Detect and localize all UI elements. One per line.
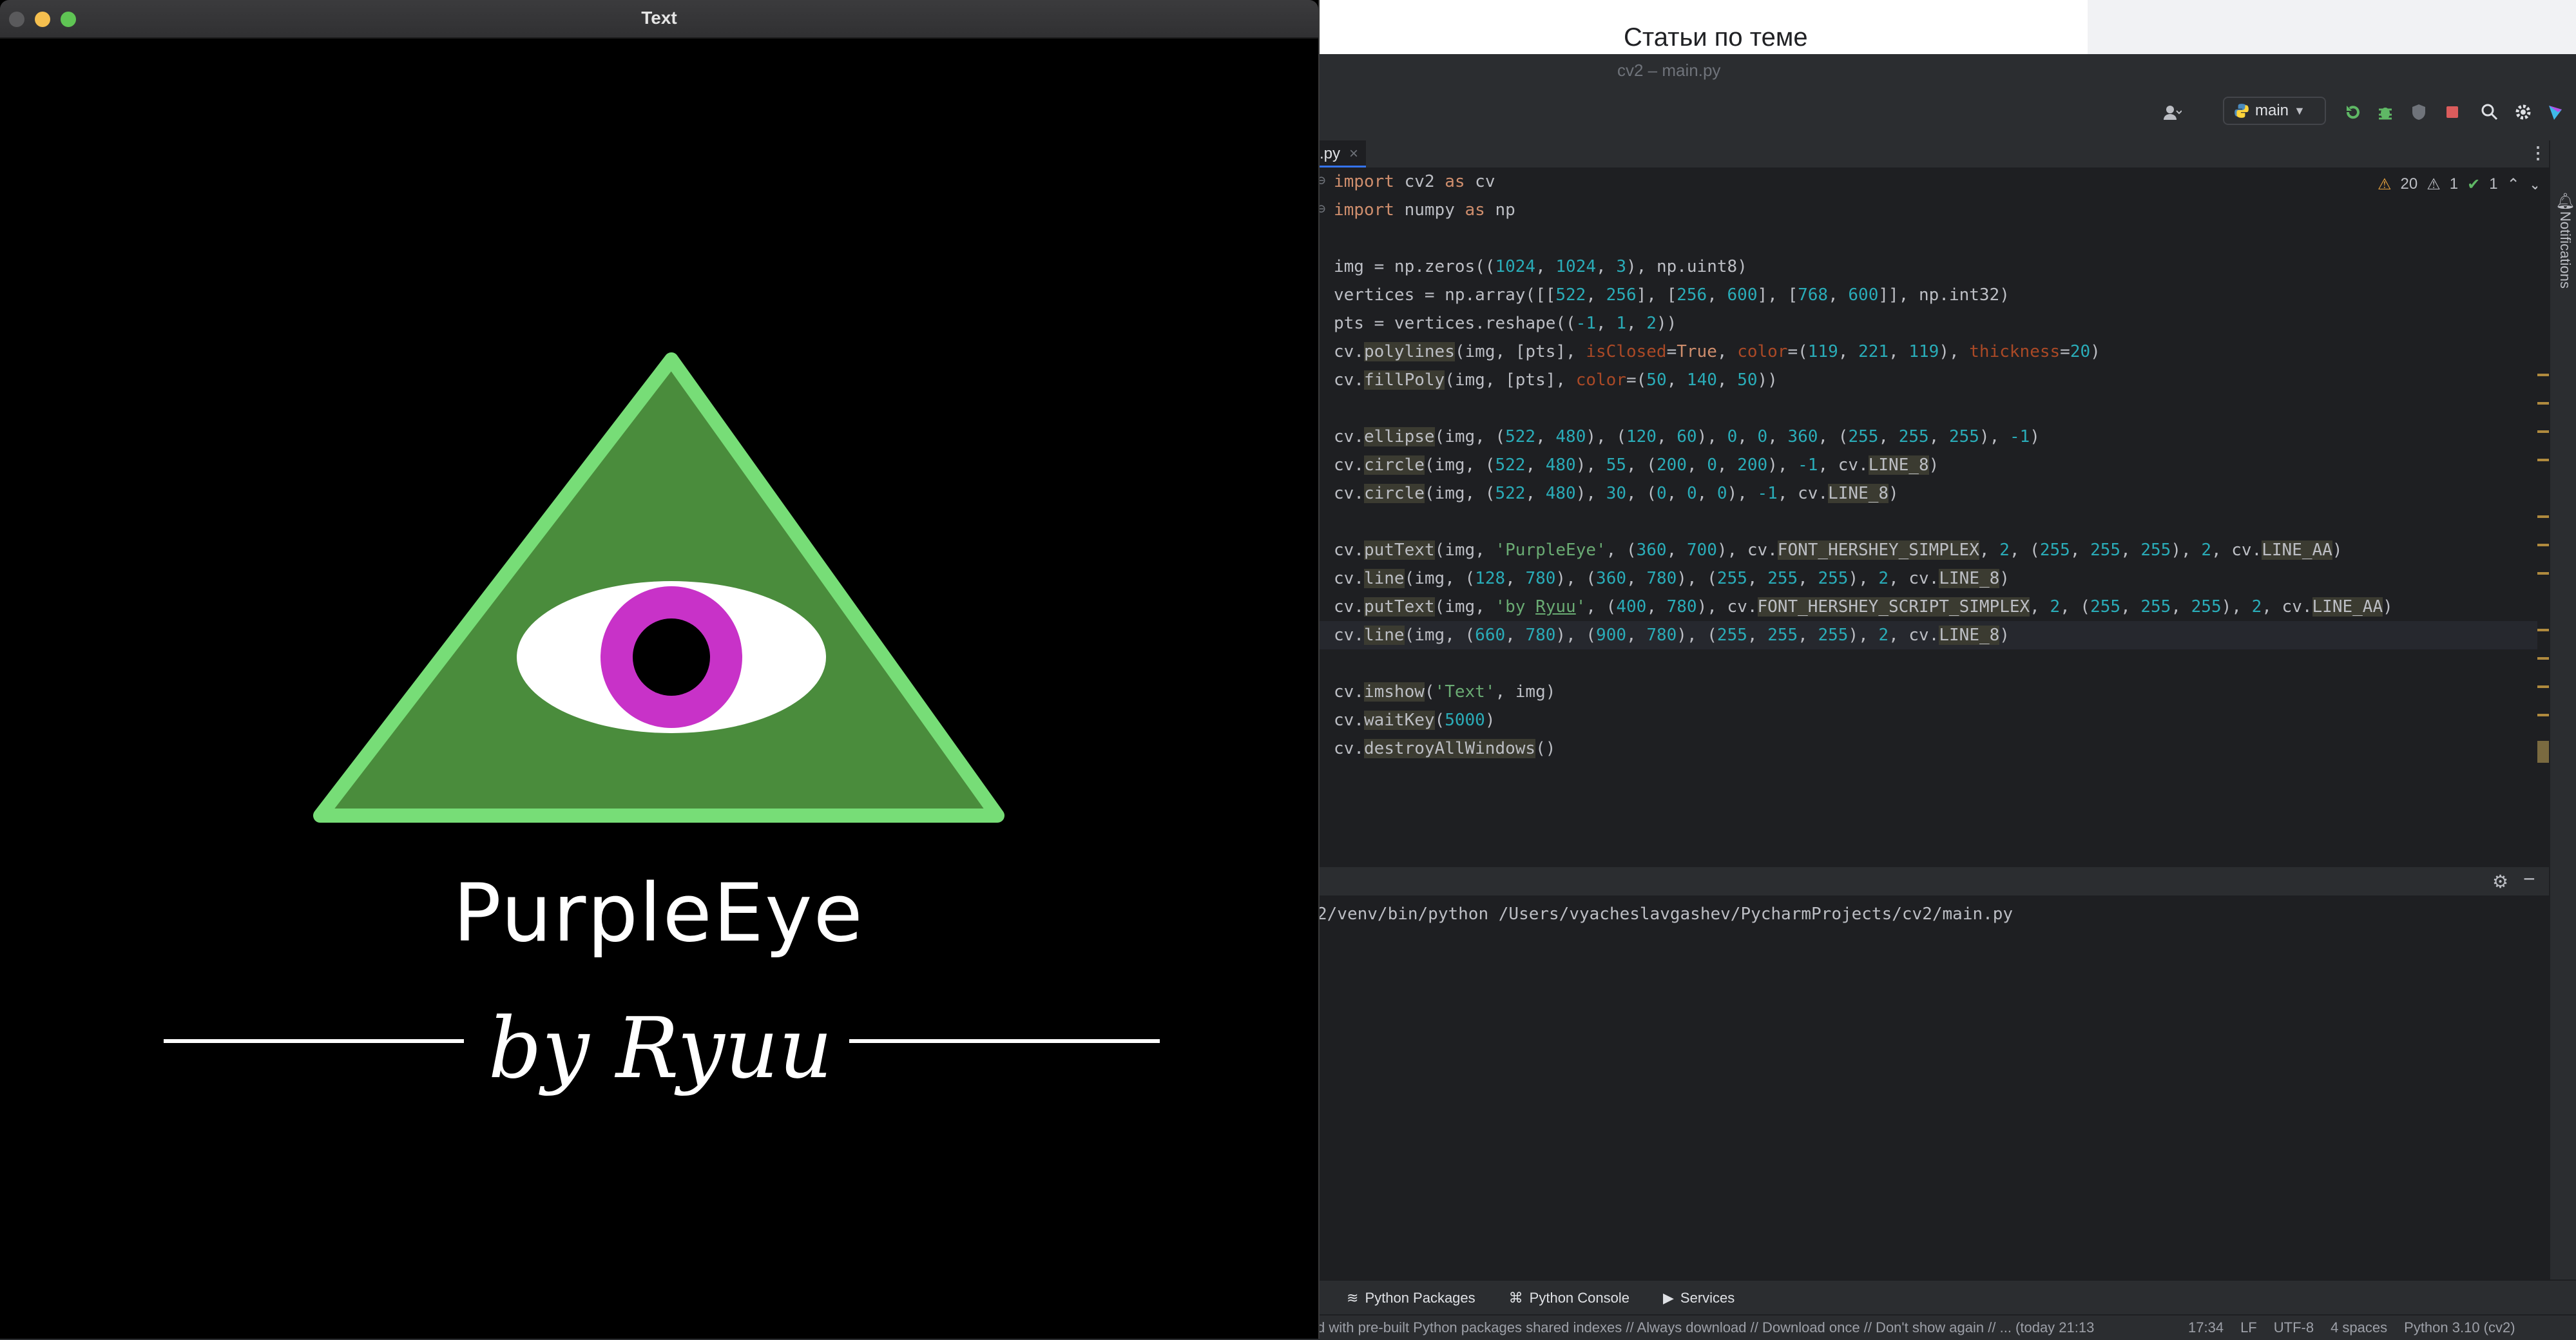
close-icon[interactable]: × <box>1349 145 1358 162</box>
code-line-20: cv.waitKey(5000) <box>1334 711 1495 730</box>
status-bar: d with pre-built Python packages shared … <box>1314 1314 2576 1340</box>
python-console-button[interactable]: ⌘ Python Console <box>1509 1290 1629 1306</box>
warning-marker[interactable] <box>2537 572 2549 575</box>
code-line-5: vertices = np.array([[522, 256], [256, 6… <box>1334 285 2010 305</box>
byline: by Ryuu <box>488 999 832 1097</box>
run-console[interactable]: 2/venv/bin/python /Users/vyacheslavgashe… <box>1314 895 2549 1279</box>
python-interpreter[interactable]: Python 3.10 (cv2) <box>2404 1319 2515 1336</box>
warning-icon: ⚠ <box>2378 175 2392 193</box>
bottom-tool-window-bar: ≋ Python Packages ⌘ Python Console ▶ Servic… <box>1314 1279 2576 1316</box>
warnings-count: 20 <box>2400 175 2418 193</box>
warning-marker[interactable] <box>2537 374 2549 376</box>
notifications-tool-button[interactable]: Notifications <box>2557 211 2573 289</box>
code-line-10: cv.ellipse(img, (522, 480), (120, 60), 0… <box>1334 427 2040 446</box>
browser-page-title: Статьи по теме <box>1624 23 1808 52</box>
check-icon: ✔ <box>2467 175 2481 193</box>
warning-marker[interactable] <box>2537 402 2549 405</box>
weak-warnings-count: 1 <box>2449 175 2459 193</box>
warning-marker[interactable] <box>2537 685 2549 688</box>
jetbrains-ai-icon[interactable] <box>2545 99 2566 125</box>
file-encoding[interactable]: UTF-8 <box>2274 1319 2314 1336</box>
line-separator[interactable]: LF <box>2240 1319 2257 1336</box>
browser-window: Статьи по теме <box>1314 0 2088 54</box>
warning-marker[interactable] <box>2537 430 2549 433</box>
code-line-4: img = np.zeros((1024, 1024, 3), np.uint8… <box>1334 257 1747 276</box>
ide-window: cv2 – main.py main ▼ .py × ⋮ ⚠ 20 ⚠ 1 ✔ … <box>1314 54 2576 1340</box>
status-message[interactable]: d with pre-built Python packages shared … <box>1317 1319 2094 1336</box>
warning-marker[interactable] <box>2537 714 2549 716</box>
tab-label: .py <box>1320 145 1341 162</box>
search-icon[interactable] <box>2479 99 2500 125</box>
editor-tabbar: .py × ⋮ <box>1314 140 2576 169</box>
code-editor[interactable]: ⚠ 20 ⚠ 1 ✔ 1 ⌃ ⌄ ⊖ ⊖ import cv2 as cv impor… <box>1314 168 2558 835</box>
desktop-background <box>2088 0 2576 54</box>
code-line-2: import numpy as np <box>1334 200 1515 220</box>
services-button[interactable]: ▶ Services <box>1663 1290 1735 1306</box>
code-line-12: cv.circle(img, (522, 480), 30, (0, 0, 0)… <box>1334 484 1899 503</box>
ok-count: 1 <box>2489 175 2498 193</box>
opencv-window-title: Text <box>641 8 677 28</box>
coverage-icon[interactable] <box>2408 99 2429 125</box>
right-tool-strip: 🔔︎ Notifications <box>2549 140 2576 1339</box>
ide-toolbar: main ▼ <box>1314 85 2576 142</box>
warning-marker[interactable] <box>2537 544 2549 546</box>
chevron-up-icon[interactable]: ⌃ <box>2507 175 2520 194</box>
code-line-21: cv.destroyAllWindows() <box>1334 739 1556 758</box>
indent-setting[interactable]: 4 spaces <box>2331 1319 2387 1336</box>
eye-pupil <box>633 618 710 696</box>
rerun-icon[interactable] <box>2343 99 2363 125</box>
python-console-icon: ⌘ <box>1508 1290 1523 1306</box>
ide-titlebar: cv2 – main.py <box>1314 54 2576 85</box>
python-icon <box>2235 104 2249 118</box>
stop-icon[interactable] <box>2442 99 2463 125</box>
ide-window-title: cv2 – main.py <box>1617 61 1721 80</box>
more-options-icon[interactable]: ⋮ <box>2530 143 2546 163</box>
caret-position[interactable]: 17:34 <box>2188 1319 2224 1336</box>
code-line-7: cv.polylines(img, [pts], isClosed=True, … <box>1334 342 2100 361</box>
inspection-widget[interactable]: ⚠ 20 ⚠ 1 ✔ 1 ⌃ ⌄ <box>2378 173 2542 196</box>
python-packages-label: Python Packages <box>1365 1290 1475 1306</box>
warning-marker[interactable] <box>2537 515 2549 518</box>
warning-marker[interactable] <box>2537 657 2549 660</box>
minimize-icon[interactable]: − <box>2523 867 2535 891</box>
run-tool-header: ⚙ − <box>1314 867 2549 895</box>
code-line-1: import cv2 as cv <box>1334 172 1495 191</box>
editor-scrollbar[interactable] <box>2537 168 2552 835</box>
warning-marker[interactable] <box>2537 629 2549 631</box>
run-command: 2/venv/bin/python /Users/vyacheslavgashe… <box>1317 905 2014 924</box>
purpleeye-heading: PurpleEye <box>453 867 864 960</box>
code-line-11: cv.circle(img, (522, 480), 55, (200, 0, … <box>1334 455 1939 475</box>
services-label: Services <box>1680 1290 1735 1306</box>
debug-icon[interactable] <box>2375 99 2396 125</box>
python-console-label: Python Console <box>1529 1290 1629 1306</box>
code-line-8: cv.fillPoly(img, [pts], color=(50, 140, … <box>1334 370 1778 390</box>
branch-label: main <box>2255 102 2289 119</box>
code-line-15: cv.line(img, (128, 780), (360, 780), (25… <box>1334 569 2010 588</box>
bell-icon[interactable]: 🔔︎ <box>2555 192 2575 211</box>
tab-main-py[interactable]: .py × <box>1314 140 1366 168</box>
code-line-16: cv.putText(img, 'by Ryuu', (400, 780), c… <box>1334 597 2393 617</box>
layers-icon: ≋ <box>1347 1290 1359 1306</box>
opencv-titlebar: Text <box>0 0 1318 39</box>
opencv-canvas: PurpleEye by Ryuu <box>164 352 1160 1097</box>
code-line-6: pts = vertices.reshape((-1, 1, 2)) <box>1334 314 1677 333</box>
code-line-14: cv.putText(img, 'PurpleEye', (360, 700),… <box>1334 541 2343 560</box>
python-packages-button[interactable]: ≋ Python Packages <box>1347 1290 1475 1306</box>
opencv-window: Text PurpleEye by Ryuu <box>0 0 1320 1339</box>
account-icon[interactable] <box>2161 99 2182 125</box>
gear-icon[interactable] <box>2513 99 2533 125</box>
branch-selector[interactable]: main ▼ <box>2223 97 2326 125</box>
weak-warning-icon: ⚠ <box>2427 175 2441 193</box>
services-icon: ▶ <box>1663 1290 1674 1306</box>
chevron-down-icon: ▼ <box>2294 104 2305 117</box>
warning-marker[interactable] <box>2537 459 2549 461</box>
code-line-19: cv.imshow('Text', img) <box>1334 682 1556 702</box>
code-line-17: cv.line(img, (660, 780), (900, 780), (25… <box>1314 621 2558 649</box>
gear-icon[interactable]: ⚙ <box>2492 871 2508 892</box>
